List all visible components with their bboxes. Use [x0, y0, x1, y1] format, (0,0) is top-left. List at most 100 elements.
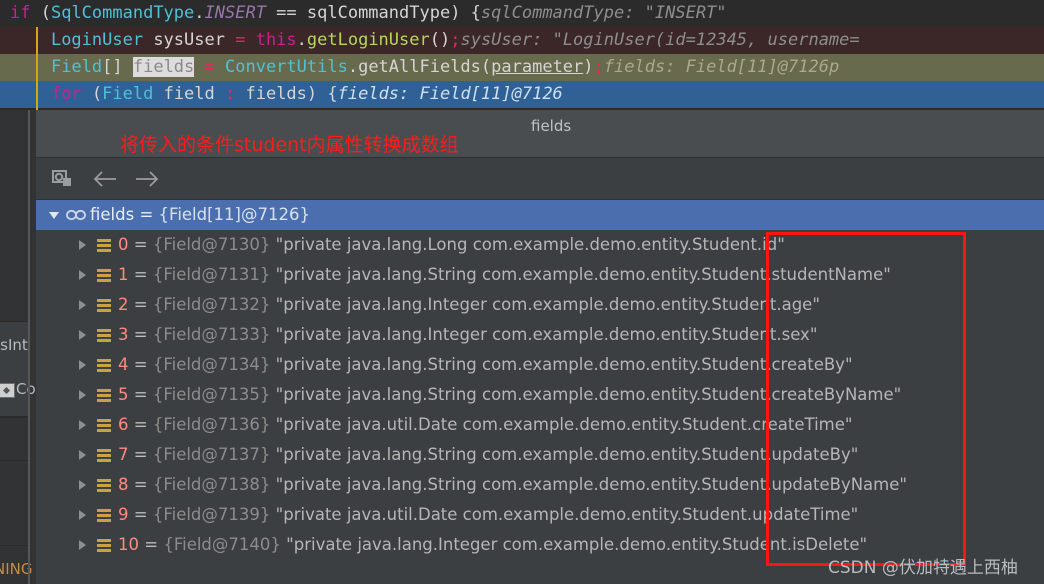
- watermark-text: CSDN @伏加特遇上西柚: [828, 558, 1018, 578]
- chevron-right-icon[interactable]: [72, 328, 92, 342]
- variables-tree[interactable]: fields = {Field[11]@7126} 0 = {Field@713…: [36, 200, 1044, 582]
- chevron-right-icon[interactable]: [72, 448, 92, 462]
- chevron-right-icon[interactable]: [72, 298, 92, 312]
- param-parameter: parameter: [491, 57, 584, 77]
- chevron-right-icon[interactable]: [72, 418, 92, 432]
- indent-guide: [36, 27, 38, 110]
- tree-row-ref: {Field@7140}: [163, 535, 287, 554]
- type-sqlcommandtype: SqlCommandType: [50, 3, 195, 23]
- chevron-right-icon[interactable]: [72, 268, 92, 282]
- chevron-right-icon[interactable]: [72, 238, 92, 252]
- tree-row[interactable]: 5 = {Field@7135} "private java.lang.Stri…: [36, 380, 1044, 410]
- type-field-array: Field: [50, 57, 103, 77]
- tree-row[interactable]: 4 = {Field@7134} "private java.lang.Stri…: [36, 350, 1044, 380]
- tree-row-equals: =: [128, 325, 153, 344]
- tree-row-ref: {Field@7135}: [152, 385, 276, 404]
- tree-row[interactable]: 2 = {Field@7132} "private java.lang.Inte…: [36, 290, 1044, 320]
- tree-row[interactable]: 6 = {Field@7136} "private java.util.Date…: [36, 410, 1044, 440]
- tree-root-value: {Field[11]@7126}: [158, 205, 310, 224]
- chevron-right-icon[interactable]: [72, 478, 92, 492]
- arrow-right-icon[interactable]: [134, 166, 160, 192]
- tree-row-value: "private java.lang.String com.example.de…: [275, 355, 853, 374]
- tree-row-value: "private java.lang.Integer com.example.d…: [275, 295, 820, 314]
- ide-debugger-screenshot: if (SqlCommandType.INSERT == sqlCommandT…: [0, 0, 1044, 584]
- object-field-icon: [92, 508, 116, 523]
- tree-row-value: "private java.util.Date com.example.demo…: [275, 415, 853, 434]
- tree-row-equals: =: [128, 445, 153, 464]
- evaluate-icon[interactable]: [50, 166, 76, 192]
- tree-row-index: 3: [118, 325, 129, 344]
- method-getallfields: getAllFields: [358, 57, 481, 77]
- keyword-this: this: [255, 30, 297, 50]
- type-field: Field: [102, 84, 154, 104]
- method-getloginuser: getLoginUser: [306, 30, 430, 50]
- tree-row-equals: =: [128, 385, 153, 404]
- debugger-toolbar: [36, 158, 1044, 200]
- tree-row-ref: {Field@7130}: [152, 235, 276, 254]
- code-line-4[interactable]: for (Field field : fields) {fields: Fiel…: [0, 81, 1044, 108]
- object-field-icon: [92, 358, 116, 373]
- tree-root-equals: =: [139, 205, 154, 224]
- object-field-icon: [92, 538, 116, 553]
- array-icon: [64, 208, 88, 222]
- tree-row-equals: =: [128, 505, 153, 524]
- object-field-icon: [92, 388, 116, 403]
- tree-row-equals: =: [128, 295, 153, 314]
- tree-row[interactable]: 3 = {Field@7133} "private java.lang.Inte…: [36, 320, 1044, 350]
- keyword-if: if: [10, 3, 31, 23]
- type-loginuser: LoginUser: [50, 30, 144, 50]
- tree-row-ref: {Field@7131}: [152, 265, 276, 284]
- inline-hint-line-1: sqlCommandType: "INSERT": [480, 3, 727, 23]
- red-annotation-note: 将传入的条件student内属性转换成数组: [120, 134, 459, 156]
- code-line-2[interactable]: LoginUser sysUser = this.getLoginUser();…: [0, 27, 1044, 54]
- tree-row-equals: =: [128, 235, 153, 254]
- code-line-1[interactable]: if (SqlCommandType.INSERT == sqlCommandT…: [0, 0, 1044, 27]
- tree-row[interactable]: 0 = {Field@7130} "private java.lang.Long…: [36, 230, 1044, 260]
- object-field-icon: [92, 298, 116, 313]
- tree-row[interactable]: 1 = {Field@7131} "private java.lang.Stri…: [36, 260, 1044, 290]
- tree-child-rows: 0 = {Field@7130} "private java.lang.Long…: [36, 230, 1044, 560]
- tree-root-name: fields: [90, 205, 135, 224]
- tree-row-ref: {Field@7138}: [152, 475, 276, 494]
- left-clipped-checkbox[interactable]: [0, 383, 15, 398]
- chevron-right-icon[interactable]: [72, 388, 92, 402]
- tree-row-value: "private java.lang.String com.example.de…: [275, 475, 907, 494]
- tree-row-value: "private java.lang.Integer com.example.d…: [286, 535, 868, 554]
- tree-row-ref: {Field@7137}: [152, 445, 276, 464]
- tab-fields[interactable]: fields: [531, 117, 571, 135]
- tree-row-index: 10: [118, 535, 139, 554]
- code-editor[interactable]: if (SqlCommandType.INSERT == sqlCommandT…: [0, 0, 1044, 110]
- left-clipped-label-isint: isInt: [0, 336, 28, 354]
- tree-row-value: "private java.lang.String com.example.de…: [275, 385, 902, 404]
- arrow-left-icon[interactable]: [92, 166, 118, 192]
- keyword-for: for: [50, 84, 82, 104]
- tree-row[interactable]: 8 = {Field@7138} "private java.lang.Stri…: [36, 470, 1044, 500]
- object-field-icon: [92, 478, 116, 493]
- code-line-3[interactable]: Field[] fields = ConvertUtils.getAllFiel…: [0, 54, 1044, 81]
- tree-row-value: "private java.lang.Long com.example.demo…: [275, 235, 785, 254]
- tree-row-index: 2: [118, 295, 129, 314]
- chevron-down-icon[interactable]: [44, 208, 64, 222]
- panel-edge-divider[interactable]: [28, 110, 30, 584]
- var-sqlcommandtype: sqlCommandType: [306, 3, 451, 23]
- left-divider-2: [0, 460, 28, 461]
- debugger-variables-panel: 将传入的条件student内属性转换成数组 fields fields = {F…: [36, 110, 1044, 584]
- debugger-tabstrip: 将传入的条件student内属性转换成数组 fields: [36, 110, 1044, 158]
- tree-row-equals: =: [139, 535, 164, 554]
- tree-row[interactable]: 9 = {Field@7139} "private java.util.Date…: [36, 500, 1044, 530]
- chevron-right-icon[interactable]: [72, 508, 92, 522]
- left-divider-1: [0, 417, 28, 418]
- chevron-right-icon[interactable]: [72, 538, 92, 552]
- tree-row-ref: {Field@7136}: [152, 415, 276, 434]
- tree-row-ref: {Field@7133}: [152, 325, 276, 344]
- tree-row-root[interactable]: fields = {Field[11]@7126}: [36, 200, 1044, 230]
- inline-hint-line-3-overflow: p: [828, 57, 840, 77]
- inline-hint-line-4: fields: Field[11]@7126: [337, 84, 563, 104]
- tree-row-equals: =: [128, 475, 153, 494]
- tree-row[interactable]: 7 = {Field@7137} "private java.lang.Stri…: [36, 440, 1044, 470]
- chevron-right-icon[interactable]: [72, 358, 92, 372]
- object-field-icon: [92, 418, 116, 433]
- tree-row-equals: =: [128, 355, 153, 374]
- tree-row-ref: {Field@7132}: [152, 295, 276, 314]
- object-field-icon: [92, 448, 116, 463]
